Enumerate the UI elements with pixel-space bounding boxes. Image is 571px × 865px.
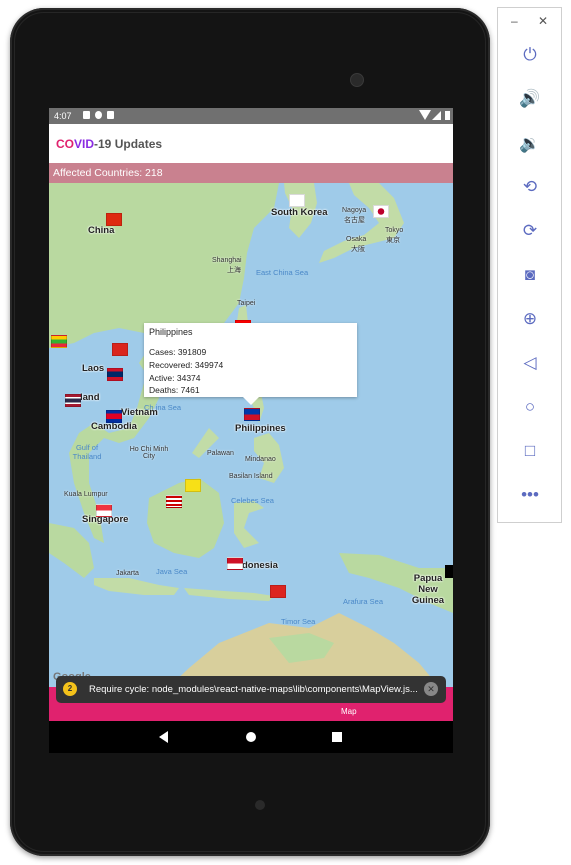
map-view[interactable]: China South Korea Laos Vietnam Cambodia … xyxy=(49,183,453,687)
city-label: Tokyo xyxy=(385,227,404,234)
sea-label: Celebes Sea xyxy=(231,496,274,505)
map-label-papua-new-guinea: Papua New Guinea xyxy=(411,573,445,606)
popup-country-name: Philippines xyxy=(149,327,193,337)
flag-timor-leste-marker[interactable] xyxy=(270,585,286,598)
sea-label: East China Sea xyxy=(256,268,309,277)
close-icon[interactable]: ✕ xyxy=(538,14,548,28)
city-label: 東京 xyxy=(386,237,400,244)
flag-papua-new-guinea-marker[interactable] xyxy=(445,565,453,578)
map-label-thailand: land xyxy=(80,392,100,403)
map-terrain xyxy=(49,183,453,687)
volume-down-icon[interactable]: 🔉 xyxy=(517,131,543,157)
city-label: Basilan Island xyxy=(229,473,273,480)
sea-label: Arafura Sea xyxy=(343,597,384,606)
warning-message: Require cycle: node_modules\react-native… xyxy=(89,684,418,695)
back-icon[interactable]: ◁ xyxy=(517,350,543,376)
city-label: Jakarta xyxy=(116,570,139,577)
popup-deaths: Deaths: 7461 xyxy=(149,385,200,395)
camera-icon[interactable]: ◙ xyxy=(517,262,543,288)
affected-countries-banner: Affected Countries: 218 xyxy=(49,163,453,183)
warning-count-badge: 2 xyxy=(63,682,77,696)
home-icon[interactable] xyxy=(246,732,256,742)
city-label: Nagoya xyxy=(342,207,367,214)
emulator-toolbar: – ✕ ⏻ 🔊 🔉 ⟲ ⟳ ◙ ⊕ ◁ ○ □ ••• xyxy=(497,7,562,523)
popup-cases: Cases: 391809 xyxy=(149,347,207,357)
map-label-china: China xyxy=(88,225,115,236)
city-label: Mindanao xyxy=(245,456,276,463)
signal-icon xyxy=(432,111,441,120)
rotate-left-icon[interactable]: ⟲ xyxy=(517,174,543,200)
flag-china-marker[interactable] xyxy=(106,213,122,226)
city-label: Palawan xyxy=(207,450,234,457)
flag-cambodia-marker[interactable] xyxy=(106,410,122,423)
city-label: 名古屋 xyxy=(344,217,365,224)
volume-up-icon[interactable]: 🔊 xyxy=(517,86,543,112)
status-bar: 4:07 xyxy=(49,108,453,124)
city-label: Taipei xyxy=(237,300,256,307)
city-label: 大阪 xyxy=(351,246,365,253)
close-icon[interactable]: ✕ xyxy=(424,682,438,696)
device-screen: 4:07 COVID-19 Updates Affected Countries… xyxy=(49,108,453,753)
popup-active: Active: 34374 xyxy=(149,373,201,383)
flag-philippines-marker[interactable] xyxy=(244,408,260,421)
overview-icon[interactable]: □ xyxy=(517,438,543,464)
map-label-philippines: Philippines xyxy=(235,423,286,434)
flag-singapore-marker[interactable] xyxy=(96,504,112,517)
flag-vietnam-marker[interactable] xyxy=(112,343,128,356)
city-label: Osaka xyxy=(346,236,367,243)
flag-south-korea-marker[interactable] xyxy=(289,194,305,207)
wifi-icon xyxy=(419,110,431,120)
sea-label: Java Sea xyxy=(156,567,188,576)
flag-laos-marker[interactable] xyxy=(107,368,123,381)
system-navigation-bar xyxy=(49,721,453,753)
sea-label: Timor Sea xyxy=(281,617,316,626)
map-label-indonesia: donesia xyxy=(242,560,278,571)
city-label: Shanghai xyxy=(212,257,242,264)
sea-label: Gulf of Thailand xyxy=(72,443,102,461)
flag-thailand-marker[interactable] xyxy=(65,394,81,407)
notification-icon xyxy=(95,111,102,119)
nav-map-label[interactable]: Map xyxy=(341,707,357,716)
notification-icon xyxy=(107,111,114,119)
sea-label: Ch ina Sea xyxy=(144,403,182,412)
overview-icon[interactable] xyxy=(332,732,342,742)
power-icon[interactable]: ⏻ xyxy=(517,42,543,68)
rotate-right-icon[interactable]: ⟳ xyxy=(517,218,543,244)
flag-indonesia-marker[interactable] xyxy=(227,557,243,570)
notification-icon xyxy=(83,111,90,119)
map-label-south-korea: South Korea xyxy=(271,207,328,218)
flag-japan-marker[interactable] xyxy=(373,205,389,218)
popup-recovered: Recovered: 349974 xyxy=(149,360,224,370)
flag-myanmar-marker[interactable] xyxy=(51,335,67,348)
app-title: COVID-19 Updates xyxy=(56,137,163,151)
zoom-icon[interactable]: ⊕ xyxy=(517,306,543,332)
country-info-popup[interactable]: Philippines Cases: 391809 Recovered: 349… xyxy=(144,323,357,405)
warning-toast[interactable]: 2 Require cycle: node_modules\react-nati… xyxy=(56,676,446,703)
battery-icon xyxy=(445,111,450,120)
back-icon[interactable] xyxy=(159,731,168,743)
front-sensor xyxy=(255,800,265,810)
home-icon[interactable]: ○ xyxy=(517,394,543,420)
affected-countries-text: Affected Countries: 218 xyxy=(53,167,163,179)
city-label: 上海 xyxy=(227,267,241,274)
flag-malaysia-marker[interactable] xyxy=(166,495,182,508)
map-label-laos: Laos xyxy=(82,363,105,374)
status-time: 4:07 xyxy=(54,111,72,121)
minimize-icon[interactable]: – xyxy=(511,14,518,28)
flag-brunei-marker[interactable] xyxy=(185,479,201,492)
more-icon[interactable]: ••• xyxy=(517,482,543,508)
front-camera xyxy=(350,73,364,87)
city-label: Kuala Lumpur xyxy=(64,491,108,498)
app-bar: COVID-19 Updates xyxy=(49,124,453,163)
city-label: Ho Chi Minh City xyxy=(129,446,169,460)
